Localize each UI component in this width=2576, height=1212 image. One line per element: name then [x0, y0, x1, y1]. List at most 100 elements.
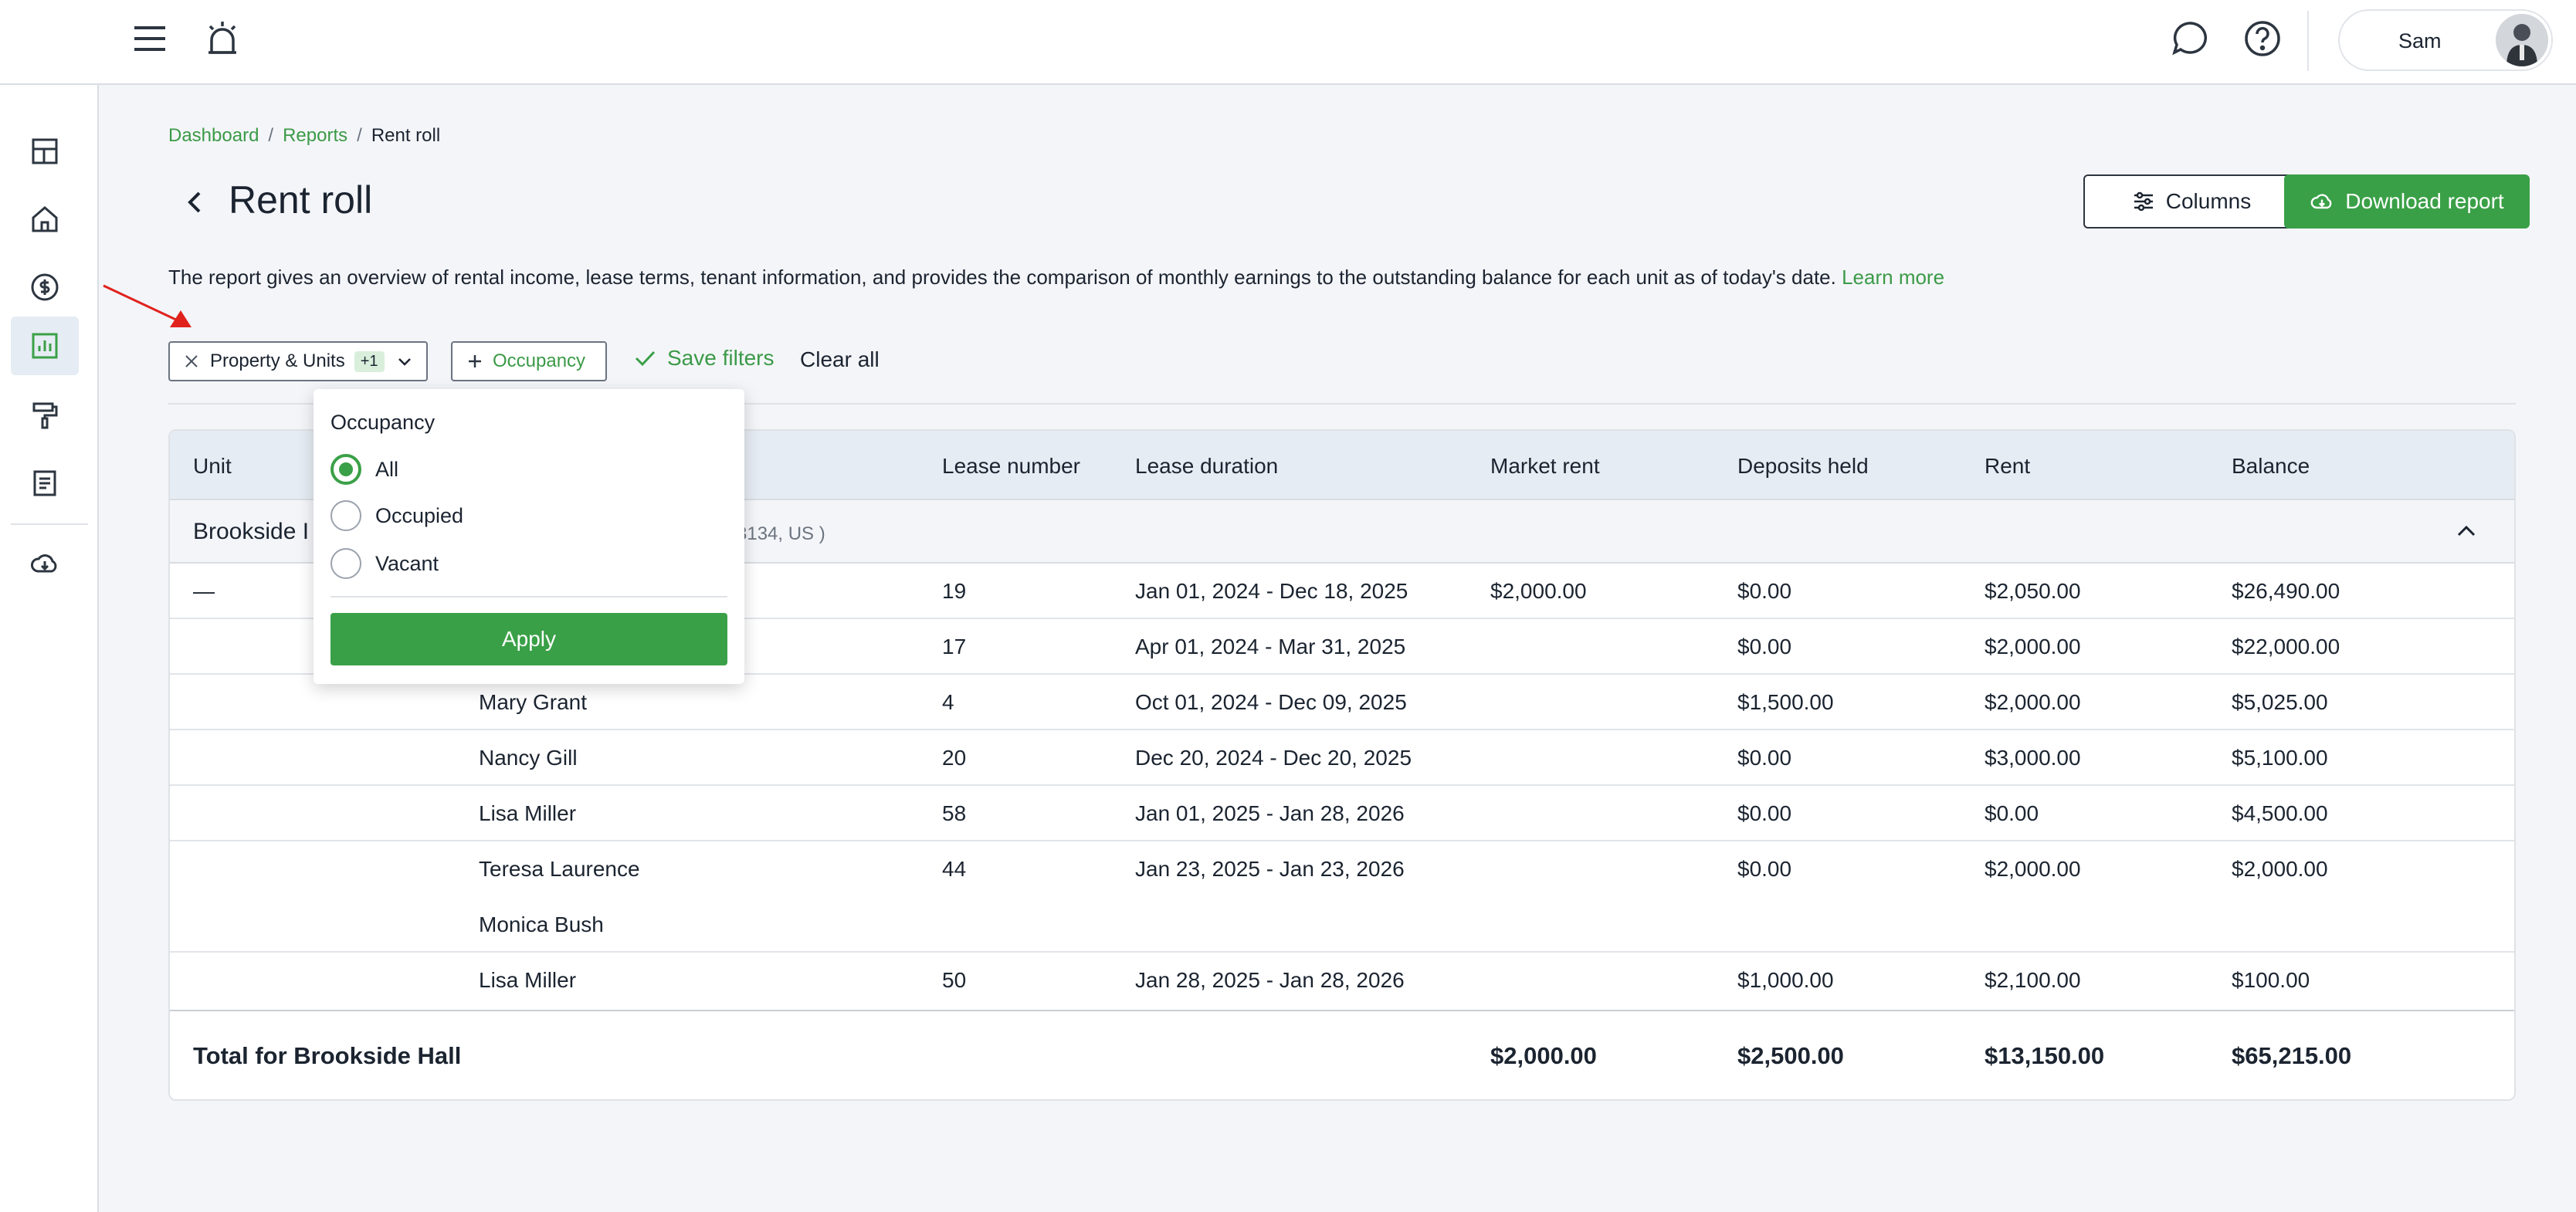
- close-icon[interactable]: [184, 354, 199, 369]
- column-header-unit[interactable]: Unit: [193, 454, 232, 479]
- cell-rent: $2,100.00: [1985, 968, 2081, 992]
- sidebar-item-maintenance[interactable]: [11, 386, 79, 445]
- property-units-filter-label: Property & Units: [210, 350, 345, 371]
- cloud-download-icon: [2310, 194, 2332, 209]
- occupancy-filter[interactable]: Occupancy: [451, 341, 607, 381]
- cell-balance: $5,025.00: [2232, 690, 2328, 714]
- cell-lease-duration: Jan 28, 2025 - Jan 28, 2026: [1135, 968, 1405, 992]
- sidebar-item-reports[interactable]: [11, 317, 79, 375]
- radio-checked-icon[interactable]: [330, 454, 361, 485]
- cell-lease-number: 20: [942, 746, 967, 770]
- save-filters-button[interactable]: Save filters: [633, 346, 774, 371]
- breadcrumb-reports[interactable]: Reports: [283, 125, 347, 147]
- top-bar: Sam: [0, 0, 2576, 85]
- radio-unchecked-icon[interactable]: [330, 500, 361, 531]
- cell-rent: $2,050.00: [1985, 579, 2081, 603]
- cell-balance: $22,000.00: [2232, 635, 2340, 658]
- download-report-button[interactable]: Download report: [2284, 174, 2530, 229]
- breadcrumb-dashboard[interactable]: Dashboard: [168, 125, 259, 147]
- cloud-download-icon: [31, 554, 57, 573]
- checkmark-icon: [635, 350, 656, 367]
- radio-option-vacant[interactable]: Vacant: [330, 548, 439, 579]
- cell-rent: $3,000.00: [1985, 746, 2081, 770]
- cell-balance: $2,000.00: [2232, 857, 2328, 881]
- help-icon[interactable]: [2242, 19, 2283, 59]
- paint-roller-icon: [32, 402, 58, 429]
- sidebar-item-accounting[interactable]: [11, 258, 79, 317]
- description-text: The report gives an overview of rental i…: [168, 266, 1836, 289]
- cell-tenant: Lisa Miller: [479, 968, 577, 992]
- column-header-rent[interactable]: Rent: [1985, 454, 2030, 479]
- page-title: Rent roll: [229, 178, 373, 222]
- hamburger-menu-icon[interactable]: [131, 20, 168, 57]
- chevron-up-icon[interactable]: [2454, 519, 2479, 543]
- back-button[interactable]: [176, 181, 213, 224]
- cell-rent: $2,000.00: [1985, 635, 2081, 658]
- cell-lease-duration: Jan 23, 2025 - Jan 23, 2026: [1135, 857, 1405, 881]
- cell-tenant: Nancy Gill: [479, 746, 578, 770]
- cell-deposits-held: $1,500.00: [1737, 690, 1834, 714]
- cell-balance: $4,500.00: [2232, 801, 2328, 825]
- annotation-arrow-icon: [103, 284, 192, 327]
- column-header-market-rent[interactable]: Market rent: [1490, 454, 1600, 479]
- breadcrumb-separator: /: [268, 125, 274, 146]
- plus-icon: [469, 355, 481, 367]
- cell-deposits-held: $0.00: [1737, 635, 1792, 658]
- chevron-down-icon: [398, 358, 411, 366]
- apply-button[interactable]: Apply: [330, 613, 727, 665]
- cell-balance: $26,490.00: [2232, 579, 2340, 603]
- radio-option-all[interactable]: All: [330, 454, 398, 485]
- radio-option-occupied[interactable]: Occupied: [330, 500, 463, 531]
- radio-label-occupied: Occupied: [375, 503, 464, 527]
- user-menu-button[interactable]: Sam: [2338, 9, 2553, 71]
- sidebar-item-documents[interactable]: [11, 454, 79, 513]
- topbar-divider: [2307, 11, 2309, 71]
- breadcrumb: Dashboard / Reports / Rent roll: [168, 125, 440, 147]
- table-row[interactable]: Teresa Laurence Monica Bush 44 Jan 23, 2…: [170, 841, 2514, 953]
- chat-icon[interactable]: [2170, 19, 2210, 59]
- cell-lease-duration: Jan 01, 2024 - Dec 18, 2025: [1135, 579, 1408, 603]
- column-header-lease-duration[interactable]: Lease duration: [1135, 454, 1278, 479]
- sidebar-item-dashboard[interactable]: [11, 122, 79, 181]
- cell-rent: $2,000.00: [1985, 690, 2081, 714]
- cell-rent: $0.00: [1985, 801, 2039, 825]
- occupancy-dropdown-title: Occupancy: [330, 411, 436, 434]
- radio-unchecked-icon[interactable]: [330, 548, 361, 579]
- property-group-address: 3134, US ): [737, 523, 825, 544]
- cell-lease-number: 44: [942, 857, 967, 881]
- download-report-label: Download report: [2345, 189, 2504, 213]
- column-header-balance[interactable]: Balance: [2232, 454, 2310, 479]
- cell-lease-duration: Apr 01, 2024 - Mar 31, 2025: [1135, 635, 1406, 658]
- chevron-left-icon: [188, 191, 201, 213]
- table-row[interactable]: Lisa Miller 50 Jan 28, 2025 - Jan 28, 20…: [170, 953, 2514, 1010]
- table-row[interactable]: Nancy Gill 20 Dec 20, 2024 - Dec 20, 202…: [170, 730, 2514, 786]
- property-group-name: Brookside I: [193, 519, 310, 544]
- avatar: [2496, 14, 2548, 66]
- user-name: Sam: [2398, 29, 2442, 52]
- total-balance: $65,215.00: [2232, 1042, 2352, 1069]
- cell-deposits-held: $1,000.00: [1737, 968, 1834, 992]
- clear-all-button[interactable]: Clear all: [800, 347, 880, 372]
- cell-balance: $5,100.00: [2232, 746, 2328, 770]
- cell-lease-duration: Jan 01, 2025 - Jan 28, 2026: [1135, 801, 1405, 825]
- table-row[interactable]: Lisa Miller 58 Jan 01, 2025 - Jan 28, 20…: [170, 786, 2514, 841]
- dashboard-grid-icon: [32, 138, 58, 164]
- home-icon: [32, 206, 58, 232]
- column-header-lease-number[interactable]: Lease number: [942, 454, 1080, 479]
- occupancy-filter-label: Occupancy: [493, 350, 586, 371]
- property-units-filter[interactable]: Property & Units +1: [168, 341, 428, 381]
- sliders-icon: [2134, 191, 2153, 212]
- column-header-deposits-held[interactable]: Deposits held: [1737, 454, 1869, 479]
- sidebar-item-properties[interactable]: [11, 190, 79, 249]
- learn-more-link[interactable]: Learn more: [1842, 266, 1944, 289]
- cell-lease-number: 58: [942, 801, 967, 825]
- breadcrumb-current: Rent roll: [371, 125, 441, 146]
- radio-label-all: All: [375, 457, 399, 481]
- sidebar-separator: [11, 523, 88, 525]
- columns-button[interactable]: Columns: [2083, 174, 2300, 229]
- sidebar-item-downloads[interactable]: [11, 534, 79, 593]
- alarm-bell-icon[interactable]: [202, 19, 242, 59]
- cell-tenant: Teresa Laurence: [479, 857, 640, 881]
- cell-lease-duration: Dec 20, 2024 - Dec 20, 2025: [1135, 746, 1412, 770]
- columns-button-label: Columns: [2165, 189, 2252, 213]
